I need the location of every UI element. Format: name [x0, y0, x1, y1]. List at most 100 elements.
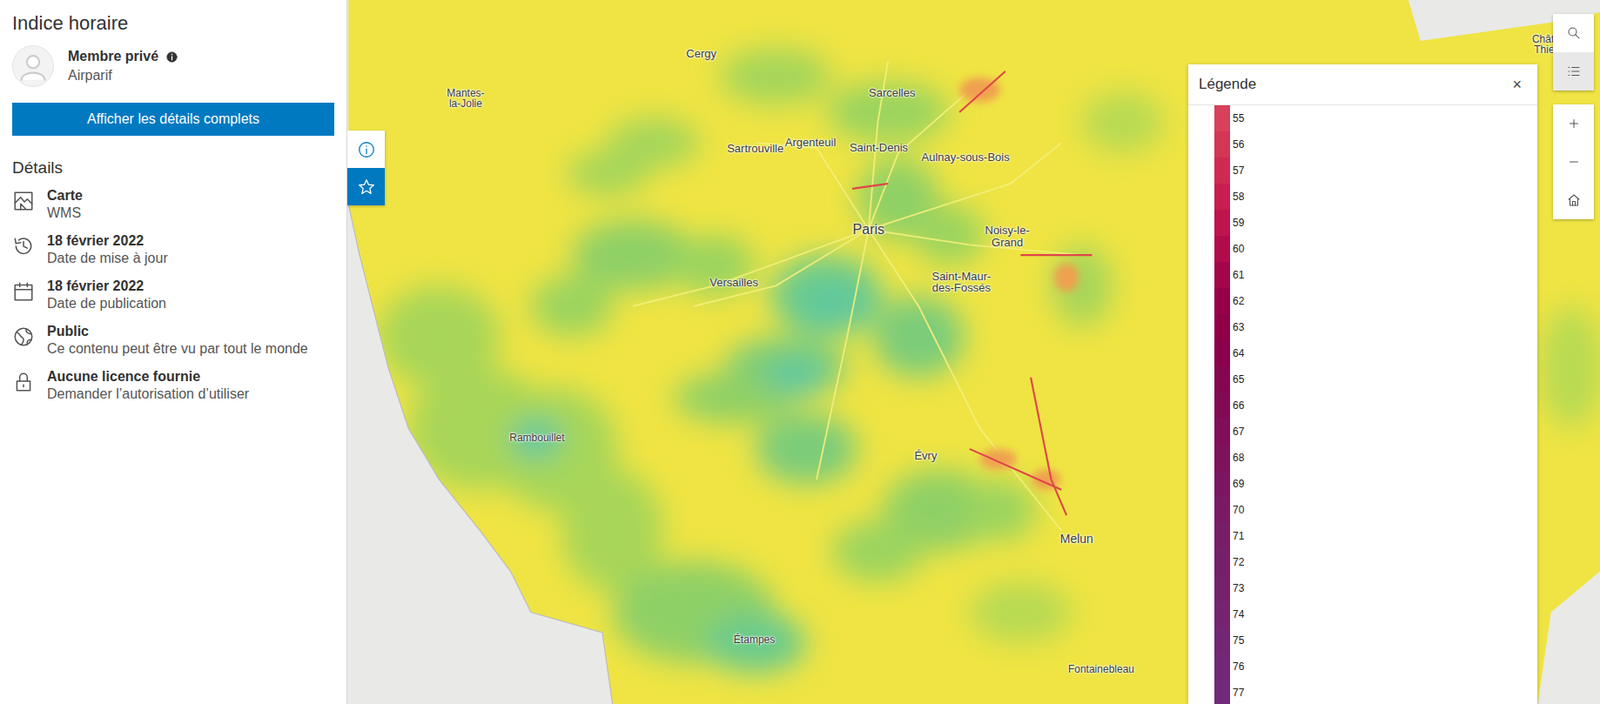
legend-swatch: [1214, 549, 1231, 576]
legend-value: 65: [1232, 373, 1244, 386]
place-label: Saint-Maur-des-Fossés: [926, 270, 996, 295]
detail-row: 18 février 2022Date de publication: [12, 278, 335, 312]
legend-swatch: [1214, 209, 1231, 236]
section-title: Détails: [12, 158, 335, 178]
zoom-in-button[interactable]: [1552, 104, 1594, 143]
legend-title: Légende: [1198, 75, 1257, 94]
detail-title: Public: [47, 323, 309, 340]
legend-swatch: [1214, 470, 1231, 498]
home-button[interactable]: [1552, 181, 1594, 220]
star-icon: [356, 177, 377, 197]
info-icon: [356, 140, 377, 160]
star-tab[interactable]: [347, 168, 385, 206]
owner-row: Membre privéAirparif: [12, 45, 335, 88]
legend-item: 64: [1214, 340, 1538, 367]
detail-row: Aucune licence fournieDemander l’autoris…: [12, 369, 335, 403]
legend-value: 75: [1232, 634, 1244, 647]
legend-swatch: [1214, 131, 1231, 158]
legend-value: 57: [1232, 164, 1244, 177]
legend-item: 69: [1214, 470, 1538, 498]
legend-item: 67: [1214, 418, 1538, 445]
legend-item: 73: [1214, 575, 1538, 602]
map-view[interactable]: CergyMantes-la-JolieSarcellesSartrouvill…: [347, 0, 1600, 704]
legend-swatch: [1214, 105, 1231, 132]
legend-value: 63: [1232, 321, 1244, 334]
info-tab[interactable]: [347, 130, 385, 169]
home-icon: [1566, 192, 1582, 209]
legend-value: 73: [1232, 582, 1244, 595]
legend-value: 56: [1232, 138, 1244, 151]
calendar-icon: [12, 280, 35, 303]
legend-item: 60: [1214, 235, 1538, 263]
legend-swatch: [1214, 444, 1231, 471]
legend-item: 58: [1214, 183, 1538, 210]
place-label: Melun: [1060, 532, 1094, 546]
detail-text: CarteWMS: [47, 188, 83, 222]
legend-button[interactable]: [1552, 52, 1594, 91]
legend-header: Légende ×: [1188, 64, 1538, 106]
legend-value: 62: [1232, 295, 1244, 308]
legend-swatch: [1214, 418, 1231, 445]
detail-subtitle: Demander l’autorisation d’utiliser: [47, 386, 249, 403]
legend-value: 76: [1232, 660, 1244, 673]
detail-subtitle: Date de publication: [47, 295, 167, 312]
detail-text: 18 février 2022Date de publication: [47, 278, 167, 312]
legend-swatch: [1214, 366, 1231, 393]
detail-row: CarteWMS: [12, 188, 335, 222]
legend-item: 62: [1214, 288, 1538, 315]
legend-swatch: [1214, 340, 1231, 367]
zoom-in-icon: [1566, 115, 1582, 132]
legend-value: 69: [1232, 477, 1244, 491]
legend-scale: 5556575859606162636465666768697071727374…: [1188, 105, 1538, 704]
legend-swatch: [1214, 157, 1231, 184]
legend-item: 70: [1214, 497, 1538, 524]
legend-swatch: [1214, 601, 1231, 628]
legend-value: 77: [1232, 686, 1244, 700]
legend-item: 56: [1214, 131, 1538, 158]
info-icon: [165, 50, 179, 64]
legend-icon: [1566, 63, 1582, 80]
legend-item: 61: [1214, 262, 1538, 289]
owner-org: Airparif: [67, 67, 179, 84]
detail-text: Aucune licence fournieDemander l’autoris…: [47, 369, 249, 403]
legend-item: 57: [1214, 157, 1538, 184]
legend-swatch: [1214, 679, 1231, 704]
legend-item: 76: [1214, 653, 1538, 680]
place-label: Saint-Denis: [849, 141, 908, 155]
legend-swatch: [1214, 523, 1231, 550]
legend-value: 70: [1232, 504, 1244, 517]
legend-item: 63: [1214, 314, 1538, 341]
search-button[interactable]: [1552, 13, 1594, 53]
detail-title: Carte: [47, 188, 83, 204]
legend-item: 71: [1214, 523, 1538, 550]
detail-title: 18 février 2022: [47, 278, 167, 295]
detail-row: 18 février 2022Date de mise à jour: [12, 233, 335, 267]
detail-text: 18 février 2022Date de mise à jour: [47, 233, 169, 267]
place-label: Rambouillet: [509, 432, 565, 444]
legend-value: 68: [1232, 451, 1244, 464]
legend-value: 58: [1232, 190, 1244, 203]
legend-value: 55: [1232, 112, 1244, 125]
legend-swatch: [1214, 627, 1231, 654]
legend-swatch: [1214, 235, 1231, 263]
close-button[interactable]: ×: [1508, 75, 1526, 95]
legend-item: 68: [1214, 444, 1538, 471]
item-title: Indice horaire: [12, 12, 335, 35]
place-label: Mantes-la-Jolie: [443, 87, 489, 110]
globe-icon: [12, 325, 35, 349]
place-label: Versailles: [709, 276, 759, 290]
owner-text: Membre privéAirparif: [67, 48, 179, 84]
place-label: Étampes: [733, 634, 775, 646]
legend-value: 71: [1232, 530, 1244, 543]
legend-value: 74: [1232, 608, 1244, 621]
detail-subtitle: Ce contenu peut être vu par tout le mond…: [47, 341, 309, 357]
full-details-button[interactable]: Afficher les détails complets: [12, 102, 335, 136]
zoom-out-button[interactable]: [1552, 142, 1594, 182]
place-label: Aulnay-sous-Bois: [921, 151, 1010, 164]
legend-item: 59: [1214, 209, 1538, 236]
legend-swatch: [1214, 288, 1231, 315]
user-icon: [16, 49, 50, 83]
lock-icon: [12, 370, 35, 394]
detail-subtitle: Date de mise à jour: [47, 250, 169, 267]
legend-swatch: [1214, 262, 1231, 289]
